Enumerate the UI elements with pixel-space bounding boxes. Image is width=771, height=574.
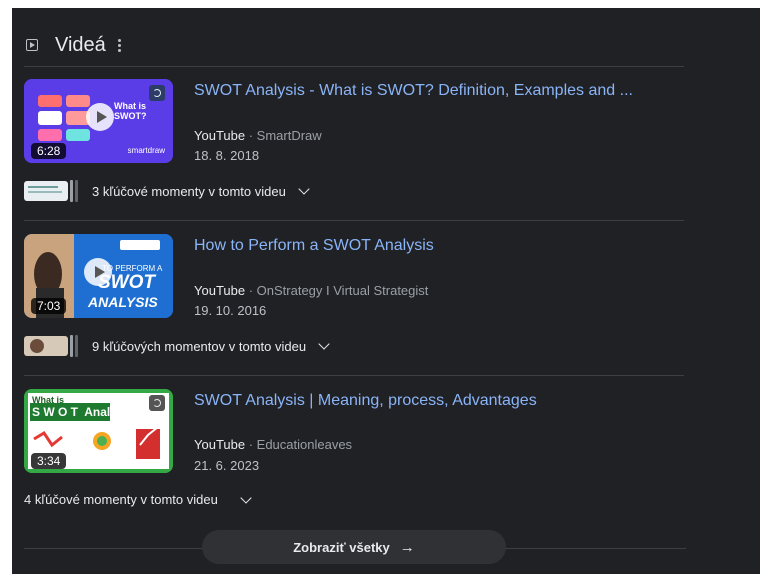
video-thumbnail[interactable]: TO PERFORM A SWOT ANALYSIS 7:03 — [24, 234, 173, 318]
play-icon — [86, 103, 114, 131]
key-moments-toggle[interactable]: 4 kľúčové momenty v tomto videu — [24, 491, 252, 507]
video-thumbnail[interactable]: What is SWOT? smartdraw 6:28 — [24, 79, 173, 163]
videos-panel: Videá What is SWOT? smartdraw 6:28 SWOT … — [12, 8, 760, 574]
video-channel: SmartDraw — [256, 128, 322, 143]
video-date: 18. 8. 2018 — [194, 148, 260, 163]
moment-stack-icon — [75, 335, 78, 357]
kebab-menu-icon[interactable] — [117, 38, 121, 52]
arrow-right-icon: → — [399, 538, 415, 556]
key-moments-toggle[interactable]: 9 kľúčových momentov v tomto videu — [24, 335, 330, 357]
duration-badge: 3:34 — [31, 453, 67, 469]
chevron-down-icon — [298, 183, 310, 195]
thumbnail-text: What is — [32, 395, 65, 405]
show-all-button[interactable]: Zobraziť všetky → — [202, 530, 506, 564]
video-separator: · — [245, 283, 257, 298]
thumbnail-text: What is SWOT? — [114, 101, 147, 121]
key-moments-toggle[interactable]: 3 kľúčové momenty v tomto videu — [24, 180, 310, 202]
corner-badge-icon — [149, 85, 165, 101]
section-title: Videá — [55, 33, 106, 56]
video-meta: YouTube · Educationleaves — [194, 437, 352, 452]
brand-logo-icon — [120, 240, 160, 250]
video-date: 19. 10. 2016 — [194, 303, 267, 318]
video-channel: OnStrategy I Virtual Strategist — [256, 283, 429, 298]
show-all-label: Zobraziť všetky — [293, 539, 390, 555]
key-moments-label: 3 kľúčové momenty v tomto videu — [92, 183, 286, 199]
video-meta: YouTube · SmartDraw — [194, 128, 322, 143]
key-moments-label: 9 kľúčových momentov v tomto videu — [92, 338, 307, 354]
video-title-link[interactable]: SWOT Analysis - What is SWOT? Definition… — [194, 82, 633, 100]
chevron-down-icon — [318, 338, 330, 350]
video-source: YouTube — [194, 283, 246, 298]
video-play-icon — [26, 39, 38, 51]
divider — [24, 66, 684, 67]
thumbnail-text: SWOT — [98, 272, 155, 293]
video-title-link[interactable]: SWOT Analysis | Meaning, process, Advant… — [194, 392, 537, 410]
thumbnail-text: S W O T Analysis — [32, 405, 134, 419]
divider — [24, 220, 684, 221]
section-header: Videá — [26, 32, 121, 58]
moment-stack-icon — [70, 335, 73, 357]
thumbnail-brand: smartdraw — [127, 146, 165, 155]
video-source: YouTube — [194, 128, 246, 143]
video-title-link[interactable]: How to Perform a SWOT Analysis — [194, 237, 434, 255]
duration-badge: 7:03 — [31, 298, 67, 314]
thumbnail-text: ANALYSIS — [88, 294, 158, 310]
chevron-down-icon — [240, 491, 252, 504]
corner-badge-icon — [149, 395, 165, 411]
moment-thumbnail — [24, 336, 68, 356]
divider — [24, 375, 684, 376]
key-moments-label: 4 kľúčové momenty v tomto videu — [24, 492, 218, 507]
moment-thumbnail — [24, 181, 68, 201]
moment-stack-icon — [70, 180, 73, 202]
video-source: YouTube — [194, 437, 246, 452]
video-separator: · — [245, 437, 257, 452]
video-date: 21. 6. 2023 — [194, 458, 260, 473]
moment-stack-icon — [75, 180, 78, 202]
duration-badge: 6:28 — [31, 143, 67, 159]
video-separator: · — [245, 128, 257, 143]
video-channel: Educationleaves — [256, 437, 353, 452]
video-meta: YouTube · OnStrategy I Virtual Strategis… — [194, 283, 428, 298]
video-thumbnail[interactable]: What is S W O T Analysis 3:34 — [24, 389, 173, 473]
